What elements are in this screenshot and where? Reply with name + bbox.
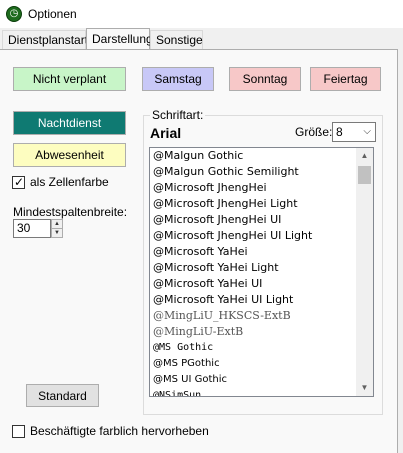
list-item[interactable]: @Malgun Gothic xyxy=(153,148,243,164)
sonntag-button[interactable]: Sonntag xyxy=(229,67,301,91)
zellenfarbe-label: als Zellenfarbe xyxy=(30,175,109,189)
list-item[interactable]: @NSimSun xyxy=(153,388,201,396)
options-window: ◷ Optionen Dienstplanstart Darstellung S… xyxy=(0,0,403,453)
scroll-down-arrow-icon[interactable]: ▼ xyxy=(356,380,373,396)
list-item[interactable]: @Microsoft JhengHei UI Light xyxy=(153,228,312,244)
list-item[interactable]: @Malgun Gothic Semilight xyxy=(153,164,299,180)
font-size-select[interactable]: 8 ⌵ xyxy=(332,122,376,142)
list-item[interactable]: @Microsoft JhengHei xyxy=(153,180,267,196)
tab-sonstige[interactable]: Sonstige xyxy=(150,30,203,50)
font-list[interactable]: @Malgun Gothic @Malgun Gothic Semilight … xyxy=(149,147,374,397)
clock-icon: ◷ xyxy=(6,6,22,22)
window-title: Optionen xyxy=(28,7,77,21)
chevron-down-icon: ⌵ xyxy=(363,126,371,137)
list-item[interactable]: @Microsoft YaHei UI Light xyxy=(153,292,293,308)
zellenfarbe-checkbox[interactable]: ✓ xyxy=(12,175,25,189)
tab-strip: Dienstplanstart Darstellung Sonstige xyxy=(0,28,403,50)
nicht-verplant-button[interactable]: Nicht verplant xyxy=(13,67,126,91)
standard-button[interactable]: Standard xyxy=(26,384,99,407)
list-item[interactable]: @MS PGothic xyxy=(153,356,220,372)
scroll-up-arrow-icon[interactable]: ▲ xyxy=(356,148,373,164)
list-item[interactable]: @Microsoft YaHei Light xyxy=(153,260,279,276)
spin-down-arrow-icon[interactable]: ▼ xyxy=(51,228,63,238)
beschaeftigte-label: Beschäftigte farblich hervorheben xyxy=(30,424,209,438)
list-item[interactable]: @MingLiU-ExtB xyxy=(153,324,243,340)
list-item[interactable]: @Microsoft YaHei xyxy=(153,244,248,260)
schriftart-group-label: Schriftart: xyxy=(150,108,206,122)
checkmark-icon: ✓ xyxy=(14,175,25,189)
feiertag-button[interactable]: Feiertag xyxy=(310,67,381,91)
beschaeftigte-checkbox[interactable] xyxy=(12,425,25,438)
list-item[interactable]: @Microsoft JhengHei UI xyxy=(153,212,281,228)
tab-darstellung[interactable]: Darstellung xyxy=(86,28,153,50)
mindestspaltenbreite-label: Mindestspaltenbreite: xyxy=(13,205,128,219)
list-item[interactable]: @Microsoft YaHei UI xyxy=(153,276,262,292)
list-item[interactable]: @MS UI Gothic xyxy=(153,372,227,388)
abwesenheit-button[interactable]: Abwesenheit xyxy=(13,143,126,167)
tab-dienstplanstart[interactable]: Dienstplanstart xyxy=(2,30,88,50)
mindestspaltenbreite-input[interactable]: 30 xyxy=(13,219,51,238)
font-size-value: 8 xyxy=(336,125,343,139)
title-bar: ◷ Optionen xyxy=(0,0,403,28)
samstag-button[interactable]: Samstag xyxy=(142,67,214,91)
font-list-scrollbar[interactable]: ▲ ▼ xyxy=(356,148,373,396)
scrollbar-thumb[interactable] xyxy=(358,166,371,184)
list-item[interactable]: @MS Gothic xyxy=(153,340,213,356)
nachtdienst-button[interactable]: Nachtdienst xyxy=(13,111,126,135)
current-font-name: Arial xyxy=(150,125,182,141)
list-item[interactable]: @MingLiU_HKSCS-ExtB xyxy=(153,308,291,324)
size-label: Größe: xyxy=(295,125,333,139)
list-item[interactable]: @Microsoft JhengHei Light xyxy=(153,196,298,212)
